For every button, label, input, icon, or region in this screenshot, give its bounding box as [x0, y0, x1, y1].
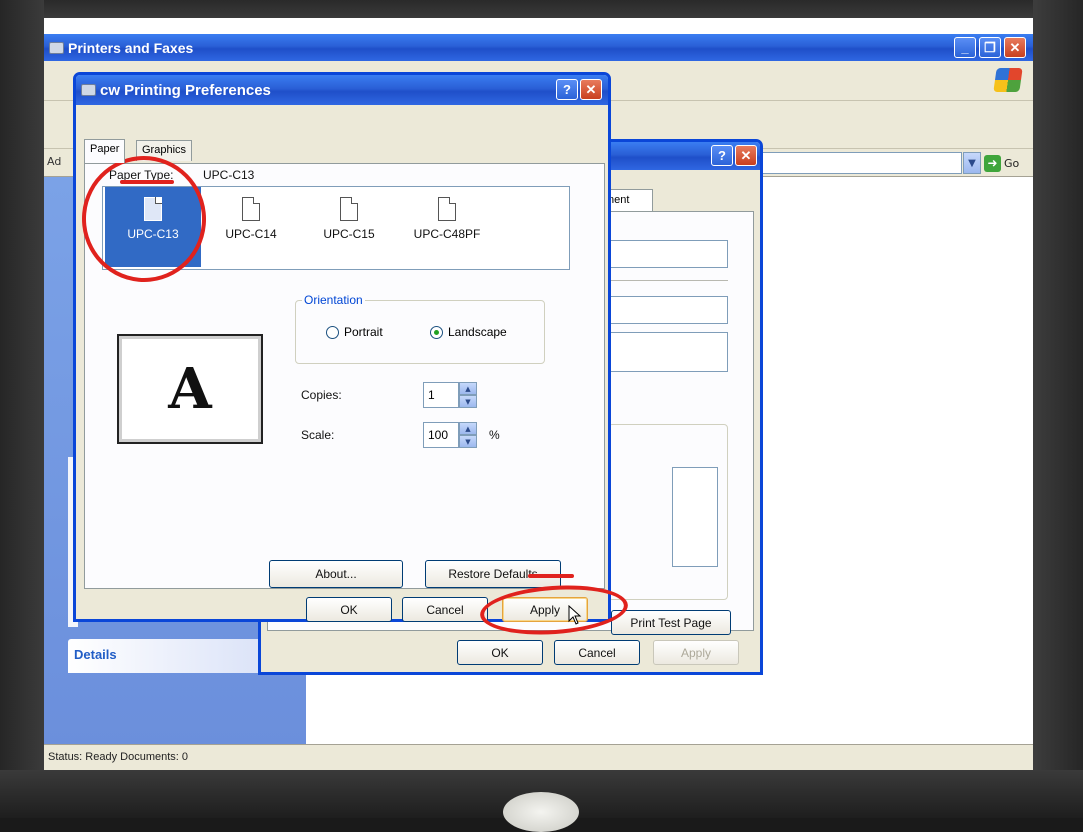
go-label: Go	[1004, 156, 1020, 170]
status-bar: Status: Ready Documents: 0	[44, 744, 1033, 770]
highlight-underline-paper-type	[120, 180, 174, 184]
address-input[interactable]	[744, 152, 962, 174]
address-label: Ad	[47, 155, 62, 168]
copies-input[interactable]: 1	[423, 382, 459, 408]
scale-input[interactable]: 100	[423, 422, 459, 448]
monitor-bezel-top	[0, 0, 1083, 18]
radio-button-selected-icon	[430, 325, 443, 339]
details-label: Details	[74, 647, 117, 662]
paper-tab-page: Paper Type: UPC-C13 UPC-C13 UPC-C14 UPC-…	[84, 163, 605, 589]
spin-down-icon[interactable]: ▼	[459, 395, 477, 408]
screen: Printers and Faxes _ ❐ ✕ Ad ▼ ➜ Go Detai…	[44, 18, 1033, 770]
tab-management-label: nent	[608, 194, 630, 206]
properties-ok-button[interactable]: OK	[457, 640, 543, 665]
go-button[interactable]: ➜ Go	[984, 152, 1028, 174]
monitor-bezel-left	[0, 0, 44, 818]
printer-folder-icon	[49, 41, 64, 54]
paper-type-value: UPC-C13	[203, 168, 255, 182]
tab-paper-label: Paper	[90, 143, 120, 155]
printing-preferences-dialog: cw Printing Preferences ? ✕ Paper Graphi…	[73, 72, 611, 622]
spin-down-icon[interactable]: ▼	[459, 435, 477, 448]
preferences-titlebar[interactable]: cw Printing Preferences ? ✕	[76, 75, 608, 105]
close-icon[interactable]: ✕	[1004, 37, 1026, 58]
portrait-radio[interactable]: Portrait	[326, 325, 383, 339]
orientation-group: Orientation Portrait Landscape	[295, 293, 545, 364]
explorer-titlebar[interactable]: Printers and Faxes _ ❐ ✕	[44, 34, 1033, 61]
text-field[interactable]	[608, 240, 728, 268]
text-field[interactable]	[608, 296, 728, 324]
go-arrow-icon: ➜	[984, 154, 1001, 172]
explorer-title: Printers and Faxes	[68, 39, 194, 56]
text-field[interactable]	[608, 332, 728, 372]
tab-graphics[interactable]: Graphics	[136, 140, 193, 161]
preferences-title: cw Printing Preferences	[100, 81, 271, 99]
monitor-bezel-right	[1033, 0, 1083, 818]
divider	[608, 280, 728, 281]
landscape-radio[interactable]: Landscape	[430, 325, 507, 339]
paper-item-upc-c48pf[interactable]: UPC-C48PF	[399, 187, 495, 267]
paper-item-label: UPC-C14	[225, 227, 277, 241]
page-preview: A	[117, 334, 263, 444]
details-section-header[interactable]: Details	[68, 639, 290, 673]
help-icon[interactable]: ?	[711, 145, 733, 166]
windows-logo-icon	[993, 68, 1023, 92]
preferences-ok-button[interactable]: OK	[306, 597, 392, 622]
copies-spinner[interactable]: 1 ▲ ▼	[423, 382, 477, 408]
properties-cancel-button[interactable]: Cancel	[554, 640, 640, 665]
help-icon[interactable]: ?	[556, 79, 578, 100]
list-box[interactable]	[672, 467, 718, 567]
spin-arrows[interactable]: ▲ ▼	[459, 382, 477, 408]
close-icon[interactable]: ✕	[735, 145, 757, 166]
paper-item-upc-c13[interactable]: UPC-C13	[105, 187, 201, 267]
spin-up-icon[interactable]: ▲	[459, 422, 477, 435]
radio-button-icon	[326, 325, 339, 339]
tab-graphics-label: Graphics	[142, 144, 187, 156]
paper-item-upc-c15[interactable]: UPC-C15	[301, 187, 397, 267]
paper-item-label: UPC-C48PF	[413, 227, 481, 241]
highlight-underline-apply	[528, 574, 574, 578]
tab-paper[interactable]: Paper	[84, 139, 126, 163]
printer-icon	[81, 84, 96, 96]
scale-unit: %	[489, 428, 500, 442]
paper-item-upc-c14[interactable]: UPC-C14	[203, 187, 299, 267]
copies-label: Copies:	[301, 388, 342, 402]
print-test-page-button[interactable]: Print Test Page	[611, 610, 731, 635]
chevron-down-icon[interactable]: ▼	[963, 152, 981, 174]
status-text: Status: Ready Documents: 0	[48, 751, 189, 763]
minimize-icon[interactable]: _	[954, 37, 976, 58]
about-button[interactable]: About...	[269, 560, 403, 588]
mouse-cursor-icon	[568, 605, 582, 625]
document-icon	[340, 197, 358, 221]
spin-arrows[interactable]: ▲ ▼	[459, 422, 477, 448]
document-icon	[242, 197, 260, 221]
restore-icon[interactable]: ❐	[979, 37, 1001, 58]
properties-apply-button[interactable]: Apply	[653, 640, 739, 665]
paper-item-label: UPC-C13	[127, 227, 179, 241]
spin-up-icon[interactable]: ▲	[459, 382, 477, 395]
preferences-cancel-button[interactable]: Cancel	[402, 597, 488, 622]
close-icon[interactable]: ✕	[580, 79, 602, 100]
monitor-power-knob	[503, 792, 579, 832]
landscape-label: Landscape	[448, 325, 507, 339]
document-icon	[144, 197, 162, 221]
paper-item-label: UPC-C15	[323, 227, 375, 241]
paper-size-list[interactable]: UPC-C13 UPC-C14 UPC-C15 UPC-C48PF	[102, 186, 570, 270]
scale-spinner[interactable]: 100 ▲ ▼	[423, 422, 477, 448]
document-icon	[438, 197, 456, 221]
scale-label: Scale:	[301, 428, 335, 442]
preview-letter: A	[168, 356, 212, 422]
orientation-title: Orientation	[302, 293, 365, 307]
tab-management[interactable]: nent	[605, 189, 653, 211]
portrait-label: Portrait	[344, 325, 383, 339]
